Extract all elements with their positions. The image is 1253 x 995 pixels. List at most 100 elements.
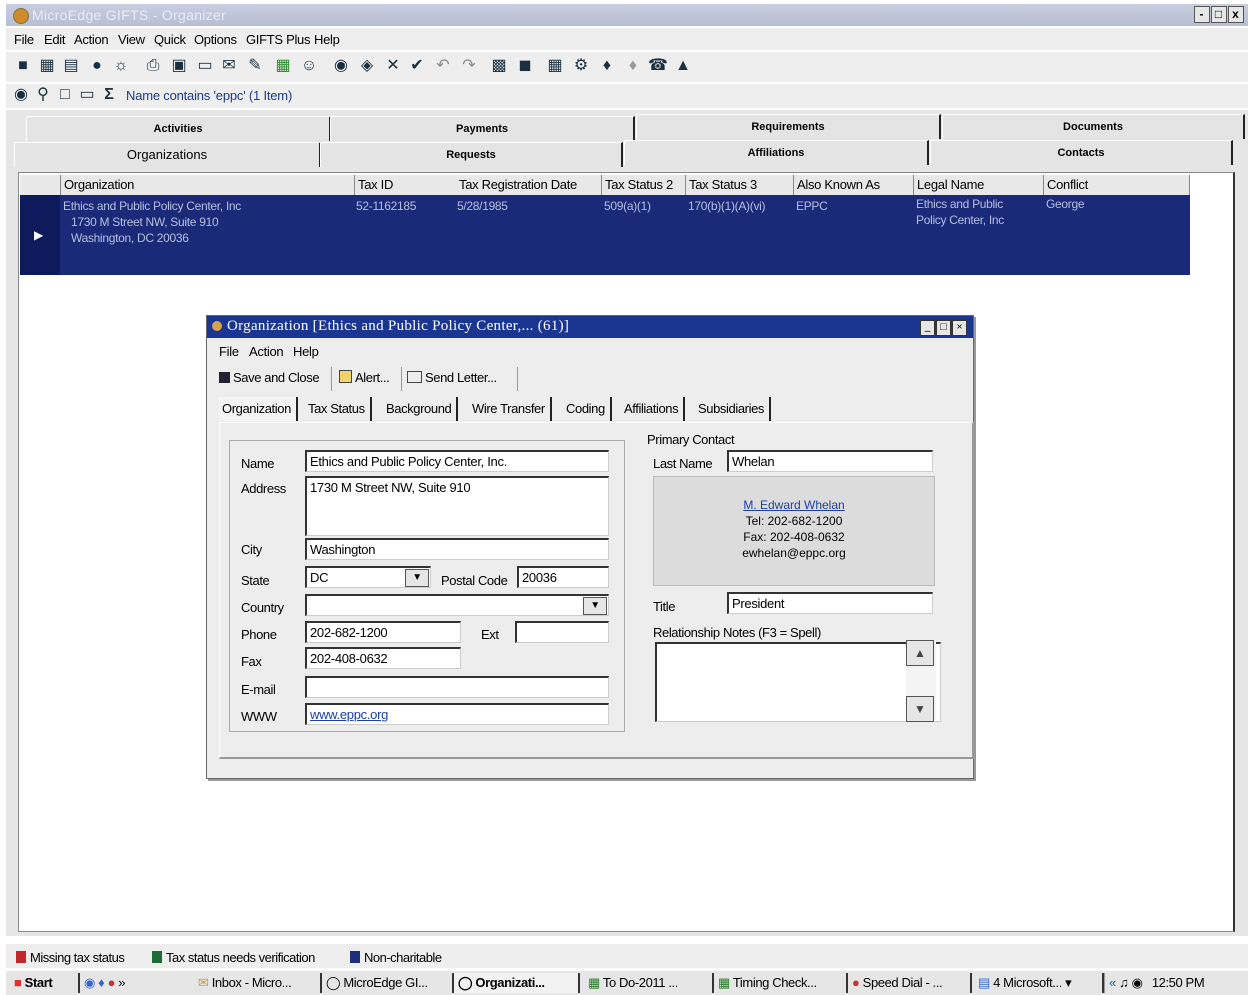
ext-field[interactable]: [515, 621, 609, 643]
grid-header-organization[interactable]: Organization: [61, 175, 355, 196]
envelope-icon[interactable]: ✉: [220, 57, 238, 75]
ie-icon[interactable]: ◉: [84, 975, 95, 990]
close-button[interactable]: x: [1228, 6, 1244, 23]
phone-field[interactable]: 202-682-1200: [305, 621, 461, 643]
menu-quick[interactable]: Quick: [154, 32, 186, 47]
chat-grey-icon[interactable]: ♦: [624, 57, 642, 75]
folder-icon[interactable]: ▭: [78, 86, 96, 104]
new-document-icon[interactable]: □: [56, 86, 74, 104]
alert-button[interactable]: Alert...: [339, 367, 402, 391]
book-icon[interactable]: ◼: [516, 57, 534, 75]
name-field[interactable]: Ethics and Public Policy Center, Inc.: [305, 450, 609, 472]
list-icon[interactable]: ▤: [62, 57, 80, 75]
state-select[interactable]: DC ▼: [305, 566, 431, 588]
menu-action[interactable]: Action: [74, 32, 109, 47]
undo-icon[interactable]: ↶: [434, 57, 452, 75]
calculator-icon[interactable]: ▩: [490, 57, 508, 75]
menu-gifts-plus[interactable]: GIFTS Plus: [246, 32, 310, 47]
dialog-tab-background[interactable]: Background: [383, 397, 459, 421]
dialog-menu-help[interactable]: Help: [293, 344, 319, 359]
menu-view[interactable]: View: [118, 32, 145, 47]
dialog-tab-tax-status[interactable]: Tax Status: [305, 397, 372, 421]
taskbar-item-inbox[interactable]: ✉ Inbox - Micro...: [194, 973, 322, 993]
firefox-icon[interactable]: ●: [108, 975, 116, 990]
www-field[interactable]: www.eppc.org: [305, 703, 609, 725]
grid-header-tax-registration-date[interactable]: Tax Registration Date: [456, 175, 602, 196]
outlook-icon[interactable]: ♦: [98, 975, 105, 990]
phone-icon[interactable]: ☎: [648, 57, 668, 75]
taskbar-item-organization[interactable]: ◯ Organizati...: [454, 973, 580, 993]
restore-button[interactable]: □: [1211, 6, 1227, 23]
send-letter-button[interactable]: Send Letter...: [407, 367, 518, 391]
taskbar-item-microedge[interactable]: ◯ MicroEdge GI...: [322, 973, 454, 993]
dialog-maximize-button[interactable]: □: [936, 320, 951, 336]
scroll-up-icon[interactable]: ▲: [906, 640, 934, 666]
tray-arrow-icon[interactable]: «: [1109, 975, 1116, 990]
dialog-menu-action[interactable]: Action: [249, 344, 284, 359]
tab-requirements[interactable]: Requirements: [636, 114, 941, 139]
relationship-notes-field[interactable]: [655, 642, 941, 722]
last-name-field[interactable]: Whelan: [727, 450, 933, 472]
country-select[interactable]: ▼: [305, 594, 609, 616]
grid-header-tax-status-2[interactable]: Tax Status 2: [602, 175, 686, 196]
bag-icon[interactable]: ●: [88, 57, 106, 75]
search-icon[interactable]: ⚲: [34, 86, 52, 104]
tab-affiliations[interactable]: Affiliations: [624, 140, 929, 165]
postal-code-field[interactable]: 20036: [517, 566, 609, 588]
network-icon[interactable]: ◉: [1132, 975, 1143, 990]
calendar-icon[interactable]: ▦: [38, 57, 56, 75]
redo-icon[interactable]: ↷: [460, 57, 478, 75]
globe-icon[interactable]: ◉: [332, 57, 350, 75]
contact-name-link[interactable]: M. Edward Whelan: [654, 497, 934, 513]
grid-header-conflict[interactable]: Conflict: [1044, 175, 1190, 196]
menu-file[interactable]: File: [14, 32, 34, 47]
dialog-tab-organization[interactable]: Organization: [219, 397, 298, 421]
grid-header-tax-id[interactable]: Tax ID: [355, 175, 457, 196]
check-icon[interactable]: ✔: [408, 57, 426, 75]
sum-icon[interactable]: Σ: [100, 86, 118, 104]
city-field[interactable]: Washington: [305, 538, 609, 560]
chart-icon[interactable]: ▦: [274, 57, 292, 75]
dialog-tab-subsidiaries[interactable]: Subsidiaries: [695, 397, 772, 421]
start-button[interactable]: ■ Start: [10, 973, 80, 993]
grid-header-legal-name[interactable]: Legal Name: [914, 175, 1044, 196]
grid-header-also-known-as[interactable]: Also Known As: [794, 175, 914, 196]
taskbar-item-microsoft[interactable]: ▤ 4 Microsoft... ▾: [974, 973, 1104, 993]
chat-icon[interactable]: ♦: [598, 57, 616, 75]
scroll-icon[interactable]: ☼: [112, 57, 130, 75]
taskbar-item-timing[interactable]: ▦ Timing Check...: [714, 973, 848, 993]
report-icon[interactable]: ▦: [546, 57, 564, 75]
gear-icon[interactable]: ⚙: [572, 57, 590, 75]
menu-help[interactable]: Help: [314, 32, 340, 47]
tab-organizations[interactable]: Organizations: [14, 142, 321, 167]
chevron-down-icon[interactable]: ▼: [405, 569, 429, 587]
dialog-tab-coding[interactable]: Coding: [563, 397, 612, 421]
delete-icon[interactable]: ✕: [384, 57, 402, 75]
card-icon[interactable]: ▭: [196, 57, 214, 75]
volume-icon[interactable]: ♫: [1119, 975, 1129, 990]
tab-activities[interactable]: Activities: [26, 116, 331, 141]
notes-scrollbar[interactable]: ▲ ▼: [906, 640, 936, 722]
screen-icon[interactable]: ▣: [170, 57, 188, 75]
more-icon[interactable]: »: [118, 975, 125, 990]
grid-header-tax-status-3[interactable]: Tax Status 3: [686, 175, 794, 196]
tab-requests[interactable]: Requests: [320, 142, 623, 167]
binoculars-icon[interactable]: ◉: [12, 86, 30, 104]
dialog-close-button[interactable]: ×: [952, 320, 967, 336]
fax-field[interactable]: 202-408-0632: [305, 647, 461, 669]
menu-options[interactable]: Options: [194, 32, 237, 47]
dialog-minimize-button[interactable]: _: [920, 320, 935, 336]
address-field[interactable]: 1730 M Street NW, Suite 910: [305, 476, 609, 536]
tab-payments[interactable]: Payments: [330, 116, 635, 141]
dialog-tab-affiliations[interactable]: Affiliations: [621, 397, 686, 421]
taskbar-item-todo[interactable]: ▦ To Do-2011 ...: [584, 973, 714, 993]
minimize-button[interactable]: -: [1194, 6, 1210, 23]
tree-icon[interactable]: ▲: [674, 57, 692, 75]
globe-arrow-icon[interactable]: ◈: [358, 57, 376, 75]
dialog-menu-file[interactable]: File: [219, 344, 239, 359]
scroll-down-icon[interactable]: ▼: [906, 696, 934, 722]
email-field[interactable]: [305, 676, 609, 698]
taskbar-item-speed-dial[interactable]: ● Speed Dial - ...: [848, 973, 972, 993]
tab-documents[interactable]: Documents: [942, 114, 1245, 139]
person-icon[interactable]: ☺: [300, 57, 318, 75]
